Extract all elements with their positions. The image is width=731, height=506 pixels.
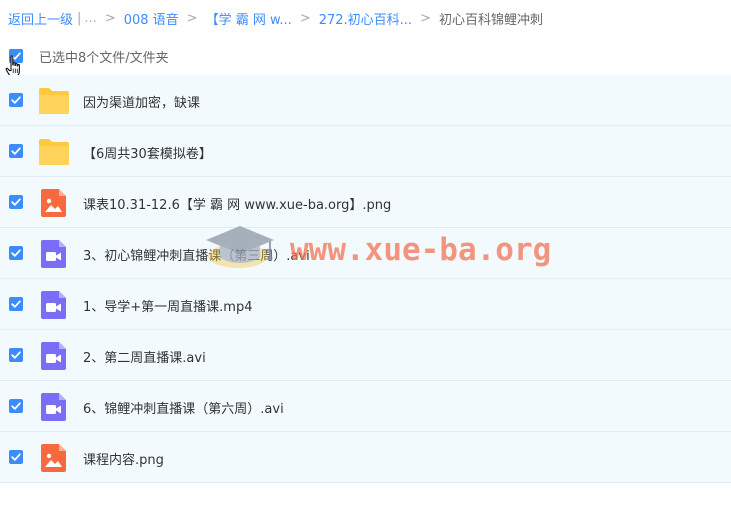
video-file-icon [41, 240, 66, 268]
folder-icon [39, 88, 69, 114]
file-list: 因为渠道加密，缺课 【6周共30套模拟卷】 课表10.31-12.6【学 霸 网… [0, 75, 731, 483]
check-icon [11, 351, 21, 359]
check-icon [11, 198, 21, 206]
breadcrumb-separator: > [299, 10, 311, 26]
file-name: 课程内容.png [83, 453, 164, 468]
check-icon [11, 52, 21, 60]
check-icon [11, 96, 21, 104]
file-name: 因为渠道加密，缺课 [83, 96, 201, 111]
file-row[interactable]: 【6周共30套模拟卷】 [0, 126, 731, 177]
breadcrumb-separator: > [104, 10, 116, 26]
check-icon [11, 249, 21, 257]
check-icon [11, 147, 21, 155]
file-row[interactable]: 1、导学+第一周直播课.mp4 [0, 279, 731, 330]
check-icon [11, 300, 21, 308]
breadcrumb-separator: > [420, 10, 431, 26]
row-checkbox[interactable] [9, 348, 23, 362]
breadcrumb-separator: > [186, 10, 198, 26]
file-row[interactable]: 6、锦鲤冲刺直播课（第六周）.avi [0, 381, 731, 432]
video-file-icon [41, 342, 66, 370]
video-file-icon [41, 393, 66, 421]
file-name: 2、第二周直播课.avi [83, 351, 206, 366]
file-row[interactable]: 课程内容.png [0, 432, 731, 483]
breadcrumb-item-encyclopedia[interactable]: 272.初心百科... [319, 9, 412, 28]
row-checkbox[interactable] [9, 450, 23, 464]
file-row[interactable]: 2、第二周直播课.avi [0, 330, 731, 381]
breadcrumb-separator: | [77, 10, 82, 26]
file-name: 1、导学+第一周直播课.mp4 [83, 300, 253, 315]
breadcrumb-item-xueba[interactable]: 【学 霸 网 w... [206, 9, 292, 28]
file-name: 【6周共30套模拟卷】 [83, 147, 212, 162]
row-checkbox[interactable] [9, 399, 23, 413]
file-row[interactable]: 3、初心锦鲤冲刺直播课（第三周）.avi [0, 228, 731, 279]
row-checkbox[interactable] [9, 246, 23, 260]
video-file-icon [41, 291, 66, 319]
folder-icon [39, 139, 69, 165]
file-row[interactable]: 课表10.31-12.6【学 霸 网 www.xue-ba.org】.png [0, 177, 731, 228]
selection-count-label: 已选中8个文件/文件夹 [39, 50, 169, 66]
image-file-icon [41, 444, 66, 472]
row-checkbox[interactable] [9, 144, 23, 158]
check-icon [11, 402, 21, 410]
selection-header: 已选中8个文件/文件夹 [0, 40, 731, 72]
breadcrumb-ellipsis: ... [84, 10, 97, 26]
check-icon [11, 453, 21, 461]
breadcrumb: 返回上一级 | ... > 008 语音 > 【学 霸 网 w... > 272… [8, 9, 543, 28]
select-all-checkbox[interactable] [9, 49, 23, 63]
breadcrumb-current: 初心百科锦鲤冲刺 [438, 12, 543, 28]
file-name: 课表10.31-12.6【学 霸 网 www.xue-ba.org】.png [83, 198, 392, 213]
breadcrumb-item-voice[interactable]: 008 语音 [124, 9, 179, 28]
image-file-icon [41, 189, 66, 217]
file-name: 3、初心锦鲤冲刺直播课（第三周）.avi [83, 249, 310, 264]
row-checkbox[interactable] [9, 93, 23, 107]
row-checkbox[interactable] [9, 195, 23, 209]
row-checkbox[interactable] [9, 297, 23, 311]
file-name: 6、锦鲤冲刺直播课（第六周）.avi [83, 402, 284, 417]
back-link[interactable]: 返回上一级 [8, 9, 73, 28]
file-row[interactable]: 因为渠道加密，缺课 [0, 75, 731, 126]
